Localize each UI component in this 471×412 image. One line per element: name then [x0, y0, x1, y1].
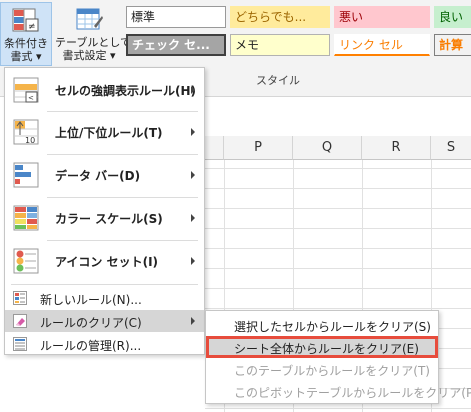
- menu-item-color-scales[interactable]: カラー スケール(S): [5, 198, 204, 238]
- color-scales-icon: [13, 205, 39, 231]
- conditional-formatting-label-1: 条件付き: [4, 37, 48, 50]
- submenu-item-label: このテーブルからルールをクリア(T): [234, 364, 430, 378]
- manage-rules-icon: [13, 337, 27, 351]
- column-header-partial[interactable]: [205, 136, 224, 160]
- menu-item-data-bars[interactable]: データ バー(D): [5, 155, 204, 195]
- column-header-r[interactable]: R: [362, 136, 431, 160]
- submenu-arrow-icon: [191, 171, 195, 179]
- submenu-arrow-icon: [191, 317, 195, 325]
- submenu-item-clear-selected-cells[interactable]: 選択したセルからルールをクリア(S): [206, 314, 438, 336]
- format-as-table-label-2: 書式設定 ▾: [62, 49, 116, 62]
- format-as-table-label-1: テーブルとして: [55, 36, 132, 49]
- data-bars-icon: [13, 162, 39, 188]
- menu-item-label: カラー スケール(S): [55, 212, 163, 226]
- style-check-cell[interactable]: チェック セ...: [126, 34, 226, 56]
- menu-item-highlight-cells-rules[interactable]: < セルの強調表示ルール(H): [5, 70, 204, 110]
- menu-item-clear-rules[interactable]: ルールのクリア(C): [5, 310, 204, 332]
- menu-item-label: アイコン セット(I): [55, 255, 159, 269]
- format-as-table-button[interactable]: テーブルとして 書式設定 ▾: [55, 2, 132, 66]
- submenu-arrow-icon: [191, 86, 195, 94]
- conditional-formatting-icon: ≠: [11, 7, 41, 35]
- menu-item-label: ルールのクリア(C): [40, 316, 142, 330]
- style-calculation[interactable]: 計算: [434, 34, 471, 56]
- menu-item-label: ルールの管理(R)...: [40, 339, 142, 353]
- icon-sets-icon: [13, 248, 39, 274]
- menu-item-label: 上位/下位ルール(T): [55, 126, 163, 140]
- clear-rules-submenu: 選択したセルからルールをクリア(S) シート全体からルールをクリア(E) このテ…: [205, 310, 471, 404]
- column-header-s[interactable]: S: [431, 136, 471, 160]
- submenu-item-label: このピボットテーブルからルールをクリア(P): [234, 386, 471, 400]
- menu-item-label: セルの強調表示ルール(H): [55, 84, 197, 98]
- style-good[interactable]: 良い: [434, 6, 471, 28]
- submenu-arrow-icon: [191, 214, 195, 222]
- style-neutral[interactable]: どちらでも...: [230, 6, 330, 28]
- submenu-arrow-icon: [191, 128, 195, 136]
- svg-text:≠: ≠: [28, 22, 36, 32]
- submenu-arrow-icon: [191, 257, 195, 265]
- column-header-q[interactable]: Q: [293, 136, 362, 160]
- style-linked-cell[interactable]: リンク セル: [334, 34, 430, 56]
- submenu-item-label: シート全体からルールをクリア(E): [234, 342, 419, 356]
- top-bottom-rules-icon: 10: [13, 119, 39, 145]
- style-normal[interactable]: 標準: [126, 6, 226, 28]
- menu-item-label: 新しいルール(N)...: [40, 293, 142, 307]
- menu-item-new-rule[interactable]: 新しいルール(N)...: [5, 287, 204, 309]
- conditional-formatting-label-2: 書式 ▾: [10, 50, 42, 63]
- menu-separator: [11, 284, 198, 285]
- column-header-p[interactable]: P: [224, 136, 293, 160]
- conditional-formatting-menu: < セルの強調表示ルール(H) 10 上位/下位ルール(T) データ バー(D)…: [4, 67, 205, 355]
- svg-text:10: 10: [25, 136, 35, 145]
- menu-item-label: データ バー(D): [55, 169, 141, 183]
- clear-rules-icon: [13, 314, 27, 328]
- format-as-table-icon: [74, 6, 104, 34]
- conditional-formatting-button[interactable]: ≠ 条件付き 書式 ▾: [0, 2, 52, 66]
- submenu-item-clear-entire-sheet[interactable]: シート全体からルールをクリア(E): [206, 336, 438, 358]
- menu-item-top-bottom-rules[interactable]: 10 上位/下位ルール(T): [5, 112, 204, 152]
- highlight-cells-rules-icon: <: [13, 77, 39, 103]
- styles-group-label: スタイル: [256, 74, 300, 87]
- submenu-item-label: 選択したセルからルールをクリア(S): [234, 320, 431, 334]
- style-bad[interactable]: 悪い: [334, 6, 430, 28]
- svg-text:<: <: [28, 94, 34, 102]
- menu-item-icon-sets[interactable]: アイコン セット(I): [5, 241, 204, 281]
- submenu-item-clear-this-pivottable[interactable]: このピボットテーブルからルールをクリア(P): [206, 380, 471, 402]
- new-rule-icon: [13, 291, 27, 305]
- style-note[interactable]: メモ: [230, 34, 330, 56]
- submenu-item-clear-this-table[interactable]: このテーブルからルールをクリア(T): [206, 358, 438, 380]
- menu-item-manage-rules[interactable]: ルールの管理(R)...: [5, 333, 204, 355]
